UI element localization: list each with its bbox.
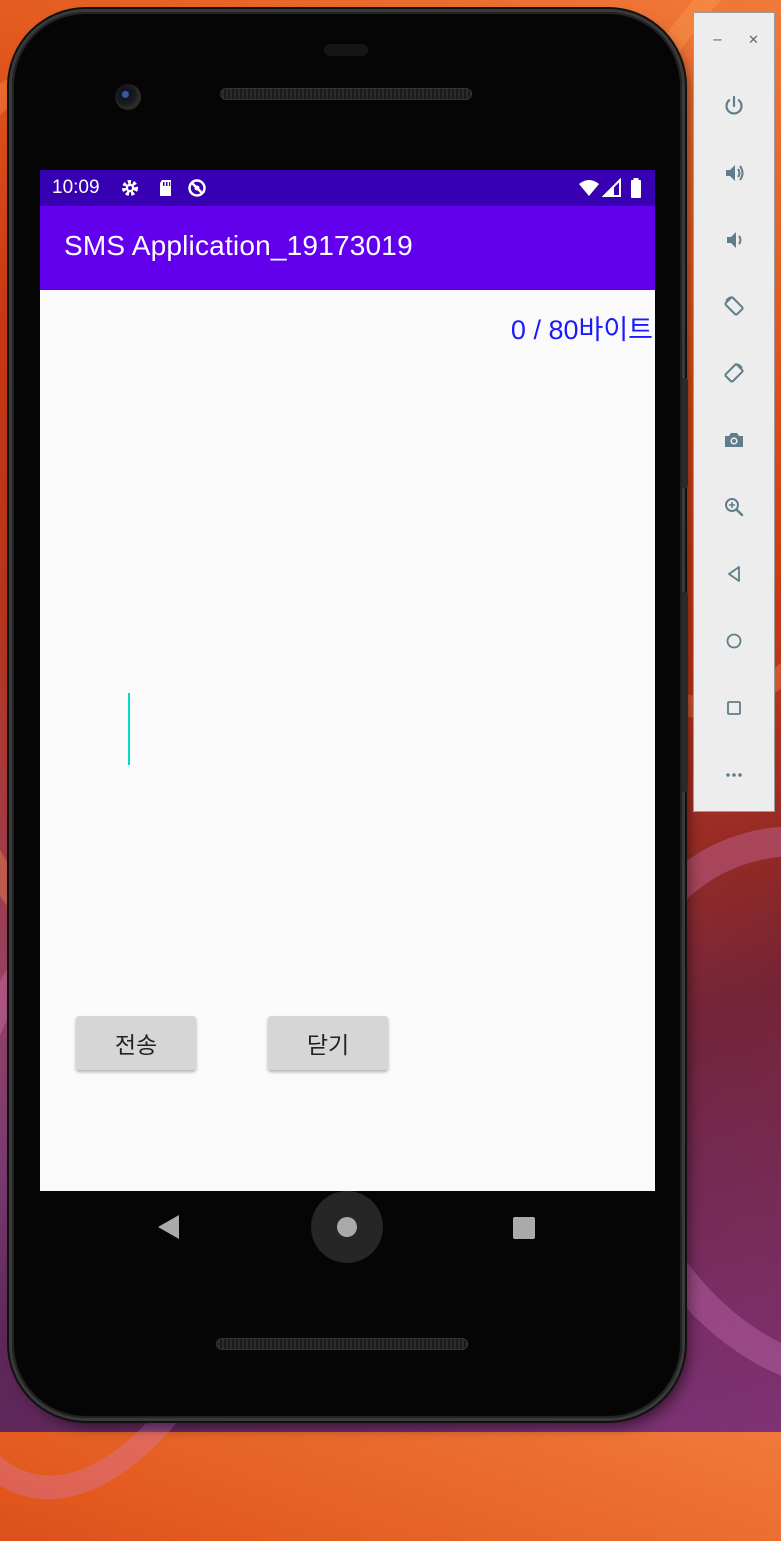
app-bar: SMS Application_19173019 — [40, 206, 655, 290]
signal-icon — [601, 177, 622, 198]
power-icon[interactable] — [721, 93, 747, 119]
wifi-icon — [578, 178, 600, 198]
battery-icon — [630, 178, 642, 198]
more-icon[interactable] — [721, 762, 747, 788]
volume-side-button — [682, 592, 688, 792]
byte-counter: 0 / 80바이트 — [510, 315, 653, 345]
minimize-icon[interactable]: − — [712, 33, 723, 48]
volume-up-icon[interactable] — [721, 160, 747, 186]
power-side-button — [682, 378, 688, 488]
bottom-speaker — [216, 1338, 468, 1350]
emulator-control-panel: − ✕ — [693, 12, 775, 812]
volume-down-icon[interactable] — [721, 227, 747, 253]
close-button[interactable]: 닫기 — [268, 1016, 388, 1070]
front-camera — [115, 84, 141, 110]
back-icon[interactable] — [158, 1215, 179, 1239]
phone-frame: 10:09 SMS Application_19173019 0 / 80바이트… — [12, 12, 688, 1418]
back-icon[interactable] — [721, 561, 747, 587]
navigation-bar — [40, 1191, 655, 1263]
text-cursor — [128, 693, 130, 765]
rotate-left-icon[interactable] — [721, 293, 747, 319]
status-time: 10:09 — [52, 177, 100, 198]
proximity-sensor — [324, 44, 368, 56]
app-title: SMS Application_19173019 — [64, 230, 413, 261]
rotate-right-icon[interactable] — [721, 360, 747, 386]
sd-card-icon — [156, 178, 176, 198]
close-icon[interactable]: ✕ — [748, 33, 759, 48]
send-button[interactable]: 전송 — [76, 1016, 196, 1070]
earpiece-speaker — [220, 88, 472, 100]
message-input[interactable] — [64, 675, 624, 765]
settings-icon — [120, 178, 140, 198]
home-icon[interactable] — [721, 628, 747, 654]
zoom-icon[interactable] — [721, 494, 747, 520]
status-bar: 10:09 — [40, 170, 655, 206]
camera-icon[interactable] — [721, 427, 747, 453]
data-saver-icon — [187, 178, 207, 198]
phone-screen: 10:09 SMS Application_19173019 0 / 80바이트… — [40, 170, 655, 1191]
overview-icon[interactable] — [721, 695, 747, 721]
recents-icon[interactable] — [513, 1217, 535, 1239]
home-icon[interactable] — [337, 1217, 357, 1237]
